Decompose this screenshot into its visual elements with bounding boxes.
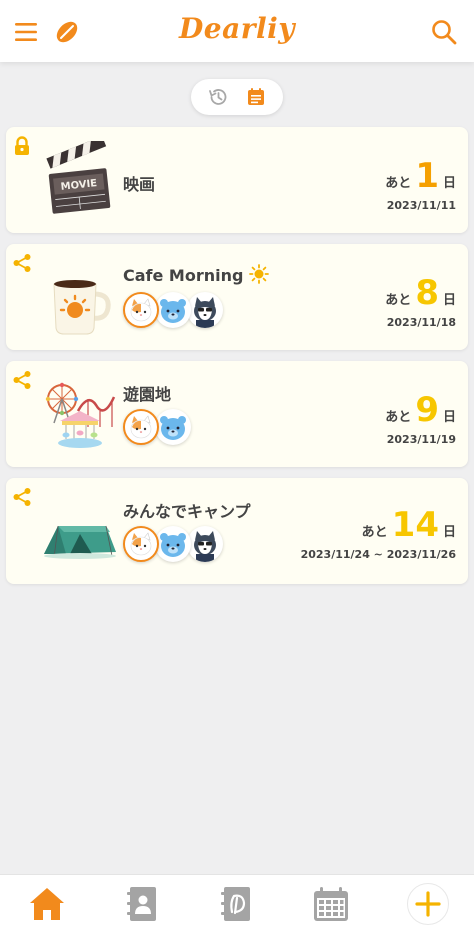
event-card[interactable]: MOVIE 映画 あと 1 日 2023/11/11	[6, 127, 468, 233]
blue-bear-avatar	[155, 292, 191, 328]
event-date: 2023/11/19	[386, 433, 456, 446]
event-date: 2023/11/18	[386, 316, 456, 329]
add-icon[interactable]	[406, 882, 450, 926]
cat-avatar	[123, 409, 159, 445]
clapperboard-icon: MOVIE	[46, 141, 111, 214]
calendar-icon[interactable]	[311, 884, 351, 924]
countdown-prefix: あと	[385, 410, 412, 425]
bottom-navigation	[0, 874, 474, 932]
history-icon[interactable]	[207, 86, 229, 108]
coffee-mug-icon	[53, 280, 111, 335]
countdown: あと 1 日 2023/11/11	[385, 159, 456, 212]
event-title: 遊園地	[123, 385, 172, 404]
days-remaining: 8	[415, 273, 439, 313]
event-title: Cafe Morning	[123, 264, 269, 285]
countdown: あと 8 日 2023/11/18	[385, 276, 456, 329]
countdown-prefix: あと	[385, 176, 412, 191]
contacts-book-icon[interactable]	[122, 884, 162, 924]
husky-avatar	[187, 292, 223, 328]
days-unit: 日	[442, 293, 456, 308]
countdown: あと 14 日 2023/11/24 ~ 2023/11/26	[301, 508, 456, 561]
event-date: 2023/11/11	[386, 199, 456, 212]
days-unit: 日	[442, 410, 456, 425]
event-date: 2023/11/24 ~ 2023/11/26	[300, 548, 456, 561]
cat-avatar	[123, 526, 159, 562]
days-remaining: 14	[391, 505, 439, 545]
countdown: あと 9 日 2023/11/19	[385, 393, 456, 446]
countdown-prefix: あと	[361, 525, 388, 540]
lock-icon	[15, 136, 29, 155]
event-title: みんなでキャンプ	[123, 502, 251, 521]
event-title: 映画	[123, 175, 156, 194]
countdown-prefix: あと	[385, 293, 412, 308]
days-unit: 日	[442, 525, 456, 540]
cat-avatar	[123, 292, 159, 328]
days-unit: 日	[442, 176, 456, 191]
event-card[interactable]: みんなでキャンプ あと 14 日 2023/11/24 ~ 2023/11/26	[6, 478, 468, 584]
app-header: Dearliy	[0, 0, 474, 62]
days-remaining: 9	[415, 390, 439, 430]
husky-avatar	[187, 526, 223, 562]
diary-icon[interactable]	[216, 884, 256, 924]
calendar-list-icon[interactable]	[245, 86, 267, 108]
share-icon[interactable]	[11, 252, 33, 274]
tent-icon	[44, 525, 116, 559]
share-icon[interactable]	[11, 486, 33, 508]
app-logo: Dearliy	[178, 12, 296, 45]
amusement-park-icon	[45, 382, 116, 448]
sun-icon	[249, 264, 269, 284]
blue-bear-avatar	[155, 526, 191, 562]
blue-bear-avatar	[155, 409, 191, 445]
share-icon[interactable]	[11, 369, 33, 391]
view-toggle	[191, 79, 283, 115]
days-remaining: 1	[415, 156, 439, 196]
search-icon[interactable]	[430, 18, 458, 46]
home-icon[interactable]	[27, 884, 67, 924]
event-card[interactable]: Cafe Morning あと 8 日 2023/11/18	[6, 244, 468, 350]
event-title-text: Cafe Morning	[123, 266, 244, 285]
event-card[interactable]: 遊園地 あと 9 日 2023/11/19	[6, 361, 468, 467]
